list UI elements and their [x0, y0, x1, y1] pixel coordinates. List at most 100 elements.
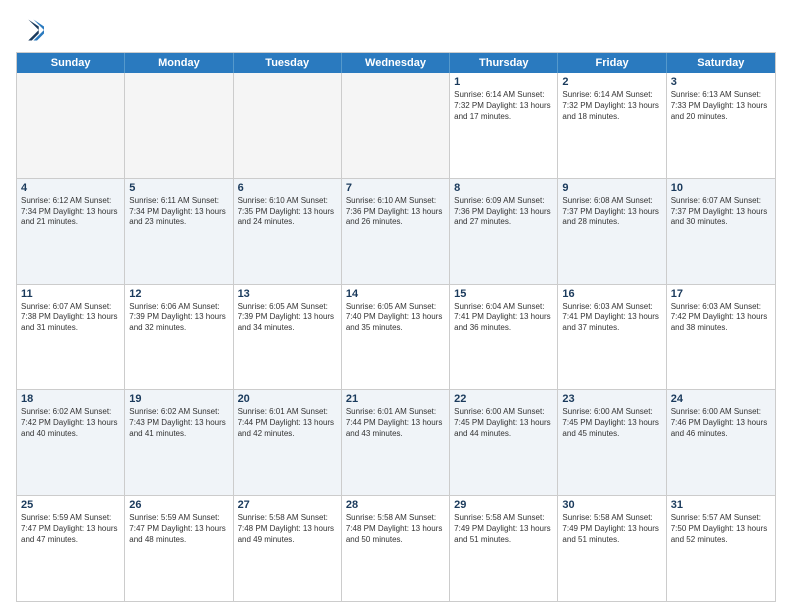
cell-info: Sunrise: 6:00 AM Sunset: 7:46 PM Dayligh…	[671, 407, 771, 439]
day-number: 30	[562, 499, 661, 511]
day-number: 21	[346, 393, 445, 405]
calendar-cell	[342, 73, 450, 178]
calendar-cell: 1 Sunrise: 6:14 AM Sunset: 7:32 PM Daylig…	[450, 73, 558, 178]
cell-info: Sunrise: 5:57 AM Sunset: 7:50 PM Dayligh…	[671, 513, 771, 545]
day-number: 19	[129, 393, 228, 405]
cell-info: Sunrise: 6:14 AM Sunset: 7:32 PM Dayligh…	[562, 90, 661, 122]
calendar-cell: 11 Sunrise: 6:07 AM Sunset: 7:38 PM Dayli…	[17, 285, 125, 390]
day-number: 6	[238, 182, 337, 194]
cell-info: Sunrise: 6:12 AM Sunset: 7:34 PM Dayligh…	[21, 196, 120, 228]
calendar-cell: 12 Sunrise: 6:06 AM Sunset: 7:39 PM Dayli…	[125, 285, 233, 390]
day-number: 12	[129, 288, 228, 300]
calendar-cell: 16 Sunrise: 6:03 AM Sunset: 7:41 PM Dayli…	[558, 285, 666, 390]
cell-info: Sunrise: 6:05 AM Sunset: 7:39 PM Dayligh…	[238, 302, 337, 334]
logo-icon	[16, 16, 44, 44]
cell-info: Sunrise: 6:07 AM Sunset: 7:37 PM Dayligh…	[671, 196, 771, 228]
calendar-cell: 29 Sunrise: 5:58 AM Sunset: 7:49 PM Dayli…	[450, 496, 558, 601]
day-number: 11	[21, 288, 120, 300]
cell-info: Sunrise: 6:07 AM Sunset: 7:38 PM Dayligh…	[21, 302, 120, 334]
calendar-week-1: 1 Sunrise: 6:14 AM Sunset: 7:32 PM Daylig…	[17, 73, 775, 179]
calendar-cell: 9 Sunrise: 6:08 AM Sunset: 7:37 PM Daylig…	[558, 179, 666, 284]
calendar-cell: 20 Sunrise: 6:01 AM Sunset: 7:44 PM Dayli…	[234, 390, 342, 495]
cell-info: Sunrise: 6:14 AM Sunset: 7:32 PM Dayligh…	[454, 90, 553, 122]
day-number: 10	[671, 182, 771, 194]
cell-info: Sunrise: 6:01 AM Sunset: 7:44 PM Dayligh…	[346, 407, 445, 439]
day-number: 16	[562, 288, 661, 300]
calendar-cell: 4 Sunrise: 6:12 AM Sunset: 7:34 PM Daylig…	[17, 179, 125, 284]
calendar-cell: 6 Sunrise: 6:10 AM Sunset: 7:35 PM Daylig…	[234, 179, 342, 284]
day-number: 23	[562, 393, 661, 405]
cell-info: Sunrise: 6:02 AM Sunset: 7:43 PM Dayligh…	[129, 407, 228, 439]
day-number: 5	[129, 182, 228, 194]
calendar-cell: 3 Sunrise: 6:13 AM Sunset: 7:33 PM Daylig…	[667, 73, 775, 178]
cell-info: Sunrise: 6:10 AM Sunset: 7:35 PM Dayligh…	[238, 196, 337, 228]
day-number: 28	[346, 499, 445, 511]
cell-info: Sunrise: 6:11 AM Sunset: 7:34 PM Dayligh…	[129, 196, 228, 228]
calendar-cell: 13 Sunrise: 6:05 AM Sunset: 7:39 PM Dayli…	[234, 285, 342, 390]
cell-info: Sunrise: 6:03 AM Sunset: 7:42 PM Dayligh…	[671, 302, 771, 334]
cell-info: Sunrise: 5:58 AM Sunset: 7:49 PM Dayligh…	[562, 513, 661, 545]
calendar-cell: 17Sunrise: 6:03 AM Sunset: 7:42 PM Dayli…	[667, 285, 775, 390]
day-number: 29	[454, 499, 553, 511]
calendar-week-5: 25 Sunrise: 5:59 AM Sunset: 7:47 PM Dayli…	[17, 496, 775, 601]
calendar-cell: 23Sunrise: 6:00 AM Sunset: 7:45 PM Dayli…	[558, 390, 666, 495]
header-monday: Monday	[125, 53, 233, 73]
day-number: 15	[454, 288, 553, 300]
cell-info: Sunrise: 6:06 AM Sunset: 7:39 PM Dayligh…	[129, 302, 228, 334]
cell-info: Sunrise: 6:08 AM Sunset: 7:37 PM Dayligh…	[562, 196, 661, 228]
calendar-cell: 24 Sunrise: 6:00 AM Sunset: 7:46 PM Dayli…	[667, 390, 775, 495]
calendar-cell: 14Sunrise: 6:05 AM Sunset: 7:40 PM Dayli…	[342, 285, 450, 390]
calendar: Sunday Monday Tuesday Wednesday Thursday…	[16, 52, 776, 602]
cell-info: Sunrise: 6:13 AM Sunset: 7:33 PM Dayligh…	[671, 90, 771, 122]
day-number: 3	[671, 76, 771, 88]
calendar-cell: 28 Sunrise: 5:58 AM Sunset: 7:48 PM Dayli…	[342, 496, 450, 601]
day-number: 1	[454, 76, 553, 88]
day-number: 22	[454, 393, 553, 405]
calendar-cell	[234, 73, 342, 178]
calendar-cell: 15 Sunrise: 6:04 AM Sunset: 7:41 PM Dayli…	[450, 285, 558, 390]
day-number: 25	[21, 499, 120, 511]
header-tuesday: Tuesday	[234, 53, 342, 73]
cell-info: Sunrise: 6:03 AM Sunset: 7:41 PM Dayligh…	[562, 302, 661, 334]
cell-info: Sunrise: 5:59 AM Sunset: 7:47 PM Dayligh…	[129, 513, 228, 545]
cell-info: Sunrise: 6:04 AM Sunset: 7:41 PM Dayligh…	[454, 302, 553, 334]
cell-info: Sunrise: 5:58 AM Sunset: 7:49 PM Dayligh…	[454, 513, 553, 545]
cell-info: Sunrise: 6:05 AM Sunset: 7:40 PM Dayligh…	[346, 302, 445, 334]
calendar-cell: 10 Sunrise: 6:07 AM Sunset: 7:37 PM Dayli…	[667, 179, 775, 284]
cell-info: Sunrise: 5:58 AM Sunset: 7:48 PM Dayligh…	[346, 513, 445, 545]
day-number: 24	[671, 393, 771, 405]
cell-info: Sunrise: 6:02 AM Sunset: 7:42 PM Dayligh…	[21, 407, 120, 439]
header-wednesday: Wednesday	[342, 53, 450, 73]
header-saturday: Saturday	[667, 53, 775, 73]
calendar-cell: 5 Sunrise: 6:11 AM Sunset: 7:34 PM Daylig…	[125, 179, 233, 284]
calendar-cell: 2 Sunrise: 6:14 AM Sunset: 7:32 PM Daylig…	[558, 73, 666, 178]
calendar-week-3: 11 Sunrise: 6:07 AM Sunset: 7:38 PM Dayli…	[17, 285, 775, 391]
day-number: 2	[562, 76, 661, 88]
day-number: 13	[238, 288, 337, 300]
cell-info: Sunrise: 6:10 AM Sunset: 7:36 PM Dayligh…	[346, 196, 445, 228]
header	[16, 16, 776, 44]
cell-info: Sunrise: 6:01 AM Sunset: 7:44 PM Dayligh…	[238, 407, 337, 439]
calendar-week-4: 18 Sunrise: 6:02 AM Sunset: 7:42 PM Dayli…	[17, 390, 775, 496]
cell-info: Sunrise: 6:00 AM Sunset: 7:45 PM Dayligh…	[454, 407, 553, 439]
cell-info: Sunrise: 6:09 AM Sunset: 7:36 PM Dayligh…	[454, 196, 553, 228]
day-number: 20	[238, 393, 337, 405]
calendar-cell: 7 Sunrise: 6:10 AM Sunset: 7:36 PM Daylig…	[342, 179, 450, 284]
calendar-cell: 8 Sunrise: 6:09 AM Sunset: 7:36 PM Daylig…	[450, 179, 558, 284]
calendar-cell	[17, 73, 125, 178]
calendar-cell: 18 Sunrise: 6:02 AM Sunset: 7:42 PM Dayli…	[17, 390, 125, 495]
day-number: 18	[21, 393, 120, 405]
header-thursday: Thursday	[450, 53, 558, 73]
day-number: 8	[454, 182, 553, 194]
calendar-cell	[125, 73, 233, 178]
header-friday: Friday	[558, 53, 666, 73]
calendar-cell: 21 Sunrise: 6:01 AM Sunset: 7:44 PM Dayli…	[342, 390, 450, 495]
calendar-cell: 19 Sunrise: 6:02 AM Sunset: 7:43 PM Dayli…	[125, 390, 233, 495]
day-number: 31	[671, 499, 771, 511]
calendar-cell: 22 Sunrise: 6:00 AM Sunset: 7:45 PM Dayli…	[450, 390, 558, 495]
day-number: 7	[346, 182, 445, 194]
header-sunday: Sunday	[17, 53, 125, 73]
day-number: 9	[562, 182, 661, 194]
calendar-body: 1 Sunrise: 6:14 AM Sunset: 7:32 PM Daylig…	[17, 73, 775, 601]
day-number: 4	[21, 182, 120, 194]
